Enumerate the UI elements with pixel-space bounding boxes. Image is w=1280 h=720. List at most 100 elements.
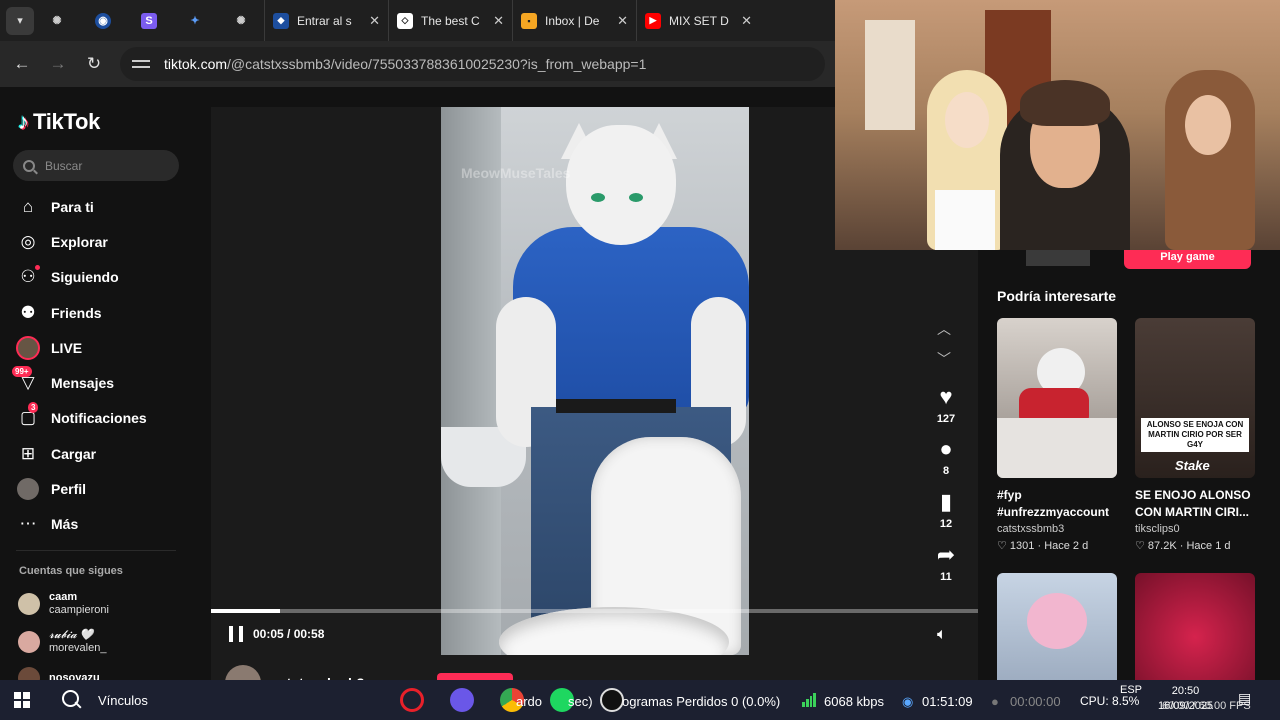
recommended-video[interactable]	[997, 573, 1117, 680]
url-host: tiktok.com	[164, 56, 228, 72]
tiktok-logo[interactable]: ♪ TikTok	[18, 109, 100, 135]
sidebar-item-notificaciones[interactable]: ▢ 3 Notificaciones	[16, 401, 186, 436]
close-icon[interactable]: ✕	[493, 13, 504, 29]
obs-icon[interactable]	[600, 688, 624, 712]
thumbnail-caption: ALONSO SE ENOJA CON MARTIN CIRIO POR SER…	[1141, 418, 1249, 452]
back-button[interactable]: ←	[4, 46, 40, 82]
comment-icon: ●	[939, 436, 953, 461]
sidebar-item-friends[interactable]: ⚉ Friends	[16, 295, 186, 330]
recommended-video[interactable]: ALONSO SE ENOJA CON MARTIN CIRIO POR SER…	[1135, 318, 1255, 552]
forward-button[interactable]: →	[40, 46, 76, 82]
gemini-icon: ✦	[190, 15, 200, 27]
save-button[interactable]: ▮ 12	[922, 490, 970, 531]
following-icon: ⚇	[16, 265, 40, 289]
video-frame[interactable]: MeowMuseTales	[441, 107, 749, 655]
close-icon[interactable]: ✕	[741, 13, 752, 29]
pinned-tab[interactable]: ✺	[34, 0, 80, 41]
pause-button[interactable]	[229, 626, 243, 642]
pinned-tab[interactable]: ✺	[218, 0, 264, 41]
browser-tab[interactable]: ◇ The best C ✕	[388, 0, 512, 41]
notifications-badge: 3	[28, 402, 39, 414]
sidebar-item-explorar[interactable]: ◎ Explorar	[16, 224, 186, 259]
search-box[interactable]	[13, 150, 179, 181]
windows-start-icon[interactable]	[14, 692, 30, 708]
logo-text: TikTok	[33, 109, 101, 134]
tab-title: The best C	[421, 13, 480, 28]
follow-button[interactable]	[437, 673, 513, 680]
close-icon[interactable]: ✕	[369, 13, 380, 29]
discord-icon[interactable]	[450, 688, 474, 712]
sidebar-item-siguiendo[interactable]: ⚇ Siguiendo	[16, 260, 186, 295]
more-icon: ⋯	[19, 514, 37, 534]
like-button[interactable]: ♥ 127	[922, 385, 970, 426]
video-progress-fill	[211, 609, 281, 613]
thumbnail-brand: Stake	[1175, 458, 1210, 473]
sidebar-item-cargar[interactable]: ⊞ Cargar	[16, 436, 186, 471]
input-language[interactable]: ESP	[1120, 684, 1142, 696]
thumbnail-scene	[1027, 593, 1087, 649]
search-input[interactable]	[45, 158, 165, 173]
tab-title: Inbox | De	[545, 13, 600, 28]
recommended-video[interactable]	[1135, 573, 1255, 680]
browser-tab[interactable]: ▪ Inbox | De ✕	[512, 0, 636, 41]
card-likes: 87.2K	[1147, 540, 1177, 552]
opera-icon[interactable]	[400, 688, 424, 712]
sidebar-item-label: Perfil	[51, 481, 87, 498]
sidebar-item-mas[interactable]: ⋯ Más	[16, 507, 186, 542]
creator-row[interactable]: catstxssbmb3	[225, 665, 364, 680]
browser-toolbar: ← → ↻ tiktok.com /@catstxssbmb3/video/75…	[0, 41, 835, 87]
notification-center-icon[interactable]: ▤	[1238, 690, 1251, 707]
creator-avatar[interactable]	[225, 665, 261, 680]
address-bar[interactable]: tiktok.com /@catstxssbmb3/video/75503378…	[120, 47, 825, 81]
taskbar-links[interactable]: Vínculos	[98, 693, 148, 708]
browser-tab[interactable]: ◆ Entrar al s ✕	[264, 0, 388, 41]
tab-search-button[interactable]: ▾	[6, 6, 34, 35]
video-progress-bar[interactable]	[211, 609, 978, 613]
reload-button[interactable]: ↻	[76, 46, 112, 82]
webcam-overlay	[835, 0, 1280, 250]
sidebar-item-live[interactable]: LIVE	[16, 330, 186, 365]
pinned-tab[interactable]: S	[126, 0, 172, 41]
video-watermark: MeowMuseTales	[461, 165, 571, 181]
chevron-down-icon: ▾	[17, 15, 23, 27]
comment-button[interactable]: ● 8	[922, 436, 970, 478]
upload-icon: ⊞	[20, 443, 36, 463]
pause-icon	[229, 626, 233, 642]
compass-icon: ◎	[20, 231, 36, 251]
video-scene	[591, 193, 605, 202]
share-button[interactable]: ➦ 11	[922, 543, 970, 584]
sidebar-item-label: Explorar	[51, 233, 108, 250]
volume-icon[interactable]: 🔈︎	[937, 626, 955, 643]
thumbnail-strip	[1026, 249, 1090, 266]
chevron-down-icon[interactable]: ﹀	[937, 349, 951, 369]
followed-account[interactable]: 𝓻𝓾𝓫𝓲𝓪 🤍 morevalen_	[18, 629, 106, 655]
recommended-video[interactable]: #fyp #unfrezzmyaccount catstxssbmb3 ♡ 13…	[997, 318, 1117, 552]
play-game-button[interactable]: Play game	[1124, 249, 1251, 269]
close-icon[interactable]: ✕	[617, 13, 628, 29]
browser-tabbar: ▾ ✺ ◉ S ✦ ✺ ◆ Entrar al s ✕ ◇ The best C…	[0, 0, 835, 41]
tab-title: MIX SET D	[669, 13, 729, 28]
heart-outline-icon: ♡	[1135, 540, 1148, 552]
browser-tab[interactable]: ▶ MIX SET D ✕	[636, 0, 760, 41]
site-settings-icon[interactable]	[132, 57, 150, 71]
sidebar-item-mensajes[interactable]: ▽ 99+ Mensajes	[12, 365, 186, 400]
taskbar-text: sec)	[568, 694, 593, 709]
like-count: 127	[936, 413, 956, 425]
followed-account[interactable]: nosoyazu	[18, 667, 100, 680]
sidebar-item-label: Para ti	[51, 198, 94, 215]
tab-title: Entrar al s	[297, 13, 352, 28]
globe-icon: ◆	[273, 12, 289, 29]
notifications-icon: ▢ 3	[16, 402, 40, 430]
obs-stream-time: 00:00:00	[1010, 694, 1061, 709]
chevron-up-icon[interactable]: ︿	[937, 319, 951, 339]
sidebar-item-perfil[interactable]: Perfil	[16, 471, 186, 506]
friends-icon: ⚉	[20, 302, 36, 322]
search-icon[interactable]	[60, 688, 84, 712]
pinned-tab[interactable]: ✦	[172, 0, 218, 41]
sidebar: ♪ TikTok ⌂ Para ti ◎ Explorar ⚇ Siguiend	[0, 87, 196, 680]
video-thumbnail	[1135, 573, 1255, 680]
sidebar-item-para-ti[interactable]: ⌂ Para ti	[16, 189, 186, 224]
pinned-tab[interactable]: ◉	[80, 0, 126, 41]
card-stats: ♡ 1301 · Hace 2 d	[997, 540, 1089, 552]
followed-account[interactable]: caam caampieroni	[18, 591, 109, 617]
